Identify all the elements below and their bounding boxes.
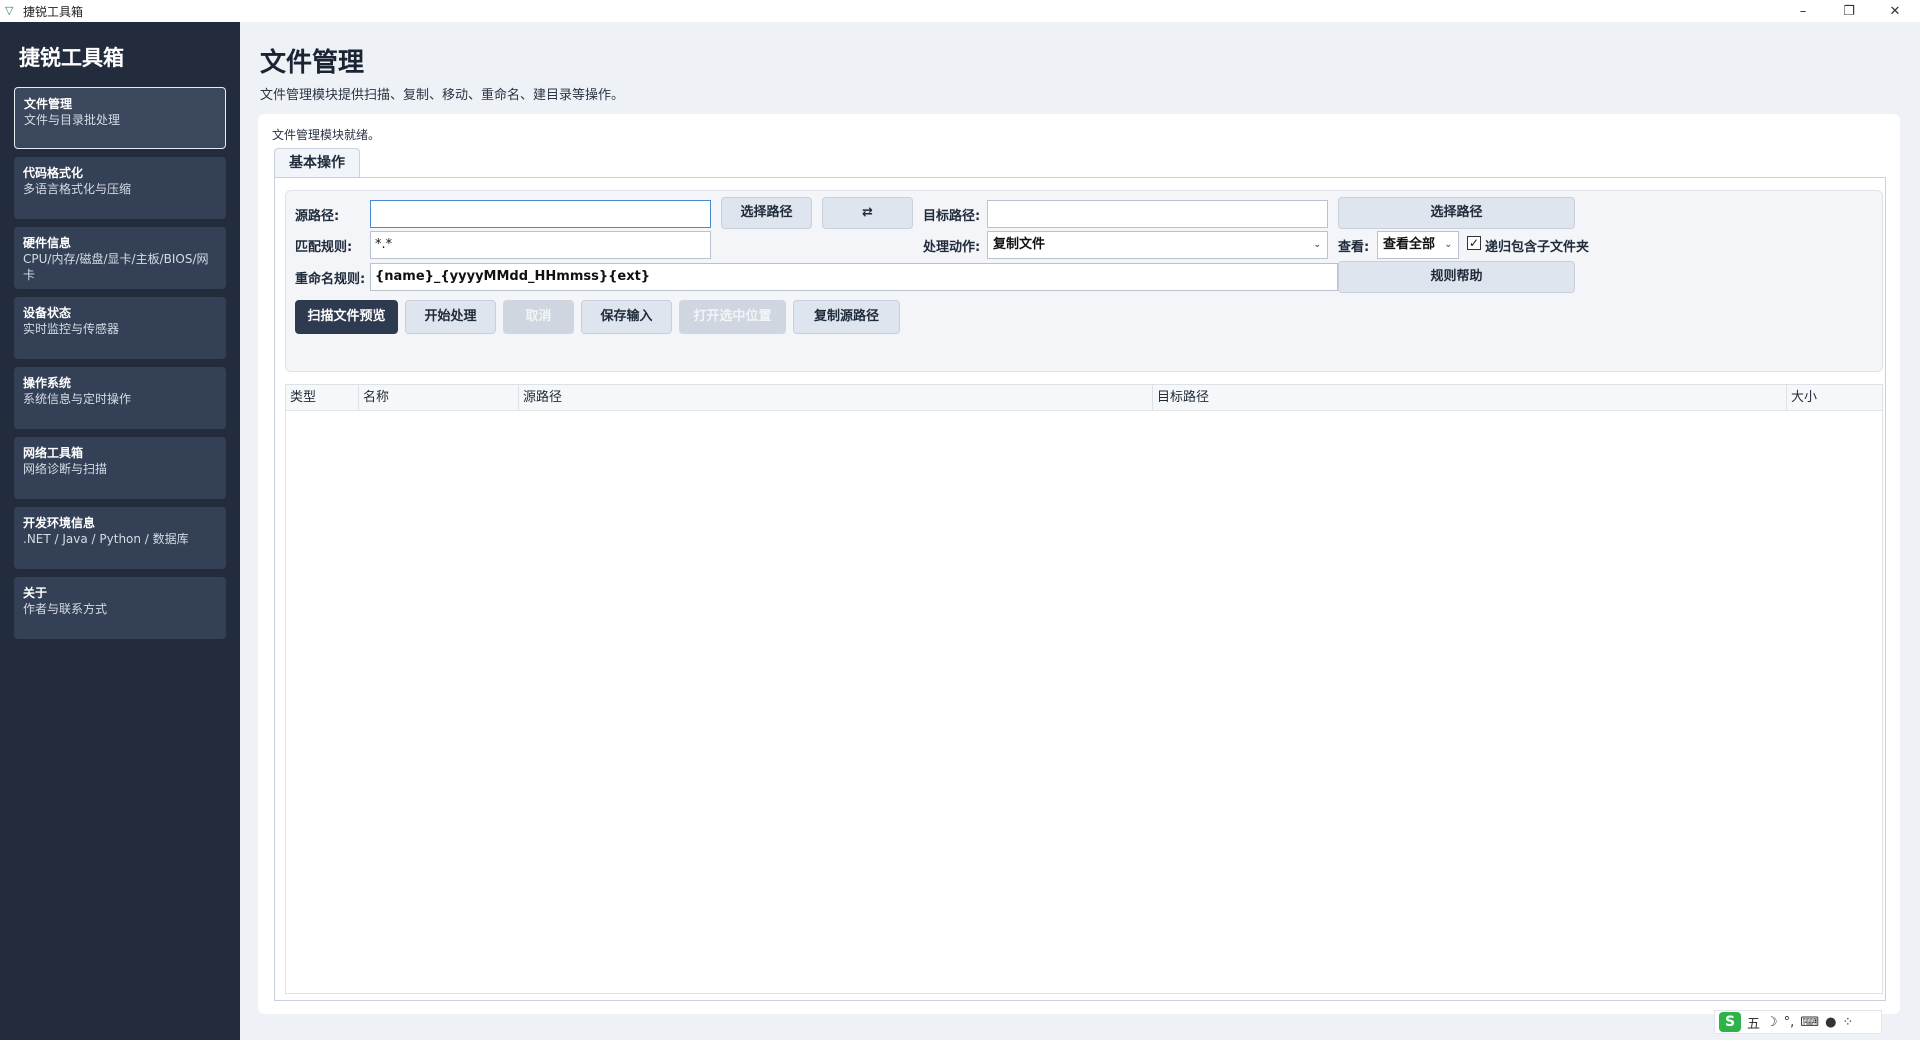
- start-process-button[interactable]: 开始处理: [405, 300, 496, 334]
- module-panel: 文件管理模块就绪。 基本操作 源路径: 选择路径 ⇄ 目标路径: 选择路径 匹配…: [258, 114, 1900, 1014]
- sidebar-item-title: 代码格式化: [23, 166, 84, 180]
- action-select-value: 复制文件: [993, 237, 1046, 252]
- sidebar-item-title: 硬件信息: [23, 236, 72, 250]
- match-pattern-input[interactable]: *.*: [370, 231, 711, 259]
- user-icon[interactable]: ●: [1825, 1015, 1836, 1030]
- sidebar-item-subtitle: 实时监控与传感器: [23, 322, 120, 336]
- column-header-source[interactable]: 源路径: [518, 385, 1152, 411]
- sidebar: 捷锐工具箱 文件管理 文件与目录批处理 代码格式化 多语言格式化与压缩 硬件信息…: [0, 22, 240, 1040]
- rule-help-button[interactable]: 规则帮助: [1338, 261, 1575, 293]
- punctuation-icon[interactable]: °,: [1784, 1015, 1795, 1030]
- column-header-target[interactable]: 目标路径: [1152, 385, 1786, 411]
- operation-form: 源路径: 选择路径 ⇄ 目标路径: 选择路径 匹配规则: *.* 处理动作: 复…: [285, 190, 1883, 372]
- rename-rule-label: 重命名规则:: [295, 272, 366, 287]
- sidebar-item-code-format[interactable]: 代码格式化 多语言格式化与压缩: [14, 157, 226, 219]
- recursive-checkbox[interactable]: ✓: [1467, 236, 1481, 250]
- chevron-down-icon: ⌄: [1444, 240, 1452, 250]
- target-path-label: 目标路径:: [923, 209, 981, 224]
- sidebar-item-subtitle: 多语言格式化与压缩: [23, 182, 132, 196]
- sidebar-item-title: 操作系统: [23, 376, 72, 390]
- tab-content: 源路径: 选择路径 ⇄ 目标路径: 选择路径 匹配规则: *.* 处理动作: 复…: [274, 177, 1886, 1001]
- copy-source-path-button[interactable]: 复制源路径: [793, 300, 900, 334]
- sidebar-brand: 捷锐工具箱: [19, 46, 124, 70]
- window-title: 捷锐工具箱: [23, 4, 84, 19]
- sidebar-item-hardware[interactable]: 硬件信息 CPU/内存/磁盘/显卡/主板/BIOS/网卡: [14, 227, 226, 289]
- scan-preview-button[interactable]: 扫描文件预览: [295, 300, 398, 334]
- target-path-input[interactable]: [987, 200, 1328, 228]
- recursive-label: 递归包含子文件夹: [1485, 240, 1590, 255]
- action-select[interactable]: 复制文件 ⌄: [987, 231, 1328, 259]
- view-select-value: 查看全部: [1383, 237, 1436, 252]
- status-text: 文件管理模块就绪。: [272, 128, 381, 142]
- open-selected-location-button[interactable]: 打开选中位置: [679, 300, 786, 334]
- close-button[interactable]: ✕: [1872, 0, 1918, 22]
- input-mode-icon[interactable]: 五: [1747, 1013, 1760, 1032]
- source-path-input[interactable]: [370, 200, 711, 228]
- column-header-size[interactable]: 大小: [1786, 385, 1882, 411]
- source-path-label: 源路径:: [295, 209, 340, 224]
- save-input-button[interactable]: 保存输入: [581, 300, 672, 334]
- action-label: 处理动作:: [923, 240, 981, 255]
- column-header-name[interactable]: 名称: [358, 385, 518, 411]
- sidebar-item-title: 关于: [23, 586, 48, 600]
- sidebar-item-device-status[interactable]: 设备状态 实时监控与传感器: [14, 297, 226, 359]
- minimize-button[interactable]: –: [1780, 0, 1826, 22]
- swap-paths-button[interactable]: ⇄: [822, 197, 913, 229]
- ime-logo-icon[interactable]: S: [1719, 1012, 1741, 1032]
- sidebar-item-os[interactable]: 操作系统 系统信息与定时操作: [14, 367, 226, 429]
- choose-target-button[interactable]: 选择路径: [1338, 197, 1575, 229]
- sidebar-item-title: 设备状态: [23, 306, 72, 320]
- sidebar-item-title: 文件管理: [24, 97, 73, 111]
- sidebar-item-about[interactable]: 关于 作者与联系方式: [14, 577, 226, 639]
- sidebar-item-subtitle: 文件与目录批处理: [24, 113, 121, 127]
- page-description: 文件管理模块提供扫描、复制、移动、重命名、建目录等操作。: [260, 88, 625, 103]
- file-table[interactable]: 类型 名称 源路径 目标路径 大小: [285, 384, 1883, 994]
- main-content: 文件管理 文件管理模块提供扫描、复制、移动、重命名、建目录等操作。 文件管理模块…: [240, 22, 1920, 1040]
- sidebar-item-file-management[interactable]: 文件管理 文件与目录批处理: [14, 87, 226, 149]
- sidebar-item-dev-env[interactable]: 开发环境信息 .NET / Java / Python / 数据库: [14, 507, 226, 569]
- table-header: 类型 名称 源路径 目标路径 大小: [286, 385, 1882, 411]
- sidebar-item-title: 开发环境信息: [23, 516, 96, 530]
- sidebar-item-subtitle: 系统信息与定时操作: [23, 392, 132, 406]
- column-header-type[interactable]: 类型: [286, 385, 358, 411]
- chevron-down-icon: ⌄: [1313, 240, 1321, 250]
- view-label: 查看:: [1338, 240, 1370, 255]
- choose-source-button[interactable]: 选择路径: [721, 197, 812, 229]
- sidebar-item-subtitle: CPU/内存/磁盘/显卡/主板/BIOS/网卡: [23, 252, 209, 282]
- app-icon: ▽: [5, 4, 14, 17]
- grid-icon[interactable]: ⁘: [1842, 1015, 1853, 1030]
- moon-icon[interactable]: ☽: [1766, 1015, 1778, 1030]
- tab-basic-operations[interactable]: 基本操作: [274, 148, 360, 178]
- sidebar-item-subtitle: 网络诊断与扫描: [23, 462, 108, 476]
- page-title: 文件管理: [260, 48, 365, 78]
- restore-button[interactable]: ❐: [1826, 0, 1872, 22]
- sidebar-item-subtitle: .NET / Java / Python / 数据库: [23, 532, 189, 546]
- ime-toolbar[interactable]: S 五 ☽ °, ⌨ ● ⁘: [1714, 1010, 1882, 1034]
- match-pattern-label: 匹配规则:: [295, 240, 353, 255]
- sidebar-item-subtitle: 作者与联系方式: [23, 602, 108, 616]
- view-select[interactable]: 查看全部 ⌄: [1377, 231, 1459, 259]
- window-titlebar: ▽ 捷锐工具箱 – ❐ ✕: [0, 0, 1920, 22]
- rename-rule-input[interactable]: {name}_{yyyyMMdd_HHmmss}{ext}: [370, 263, 1338, 291]
- sidebar-item-title: 网络工具箱: [23, 446, 84, 460]
- sidebar-item-network[interactable]: 网络工具箱 网络诊断与扫描: [14, 437, 226, 499]
- keyboard-icon[interactable]: ⌨: [1800, 1015, 1819, 1030]
- cancel-button[interactable]: 取消: [503, 300, 574, 334]
